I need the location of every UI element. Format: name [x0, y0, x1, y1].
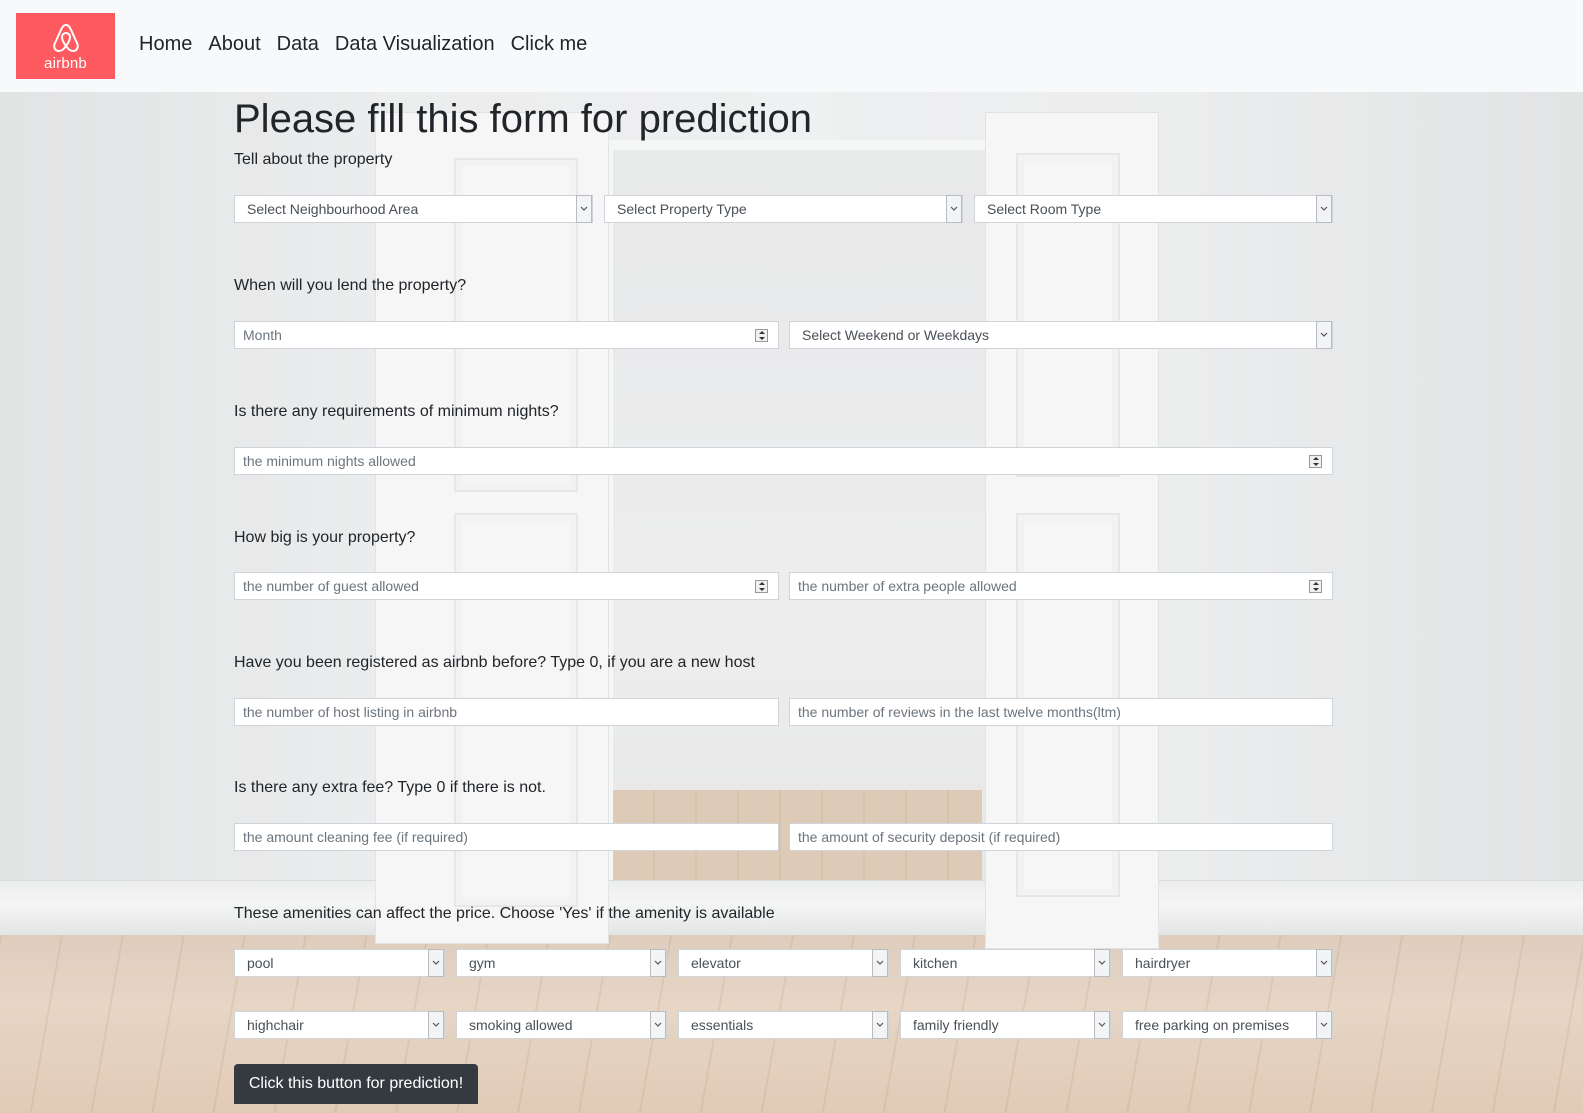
reviews-ltm-input[interactable]: the number of reviews in the last twelve…: [789, 698, 1333, 726]
room-type-select-value: Select Room Type: [987, 201, 1102, 217]
spinner-icon[interactable]: [755, 580, 768, 593]
section-host-label: Have you been registered as airbnb befor…: [234, 654, 755, 671]
month-input-placeholder: Month: [243, 327, 282, 343]
room-type-select[interactable]: Select Room Type: [974, 195, 1333, 223]
navbar: airbnb Home About Data Data Visualizatio…: [0, 0, 1583, 92]
amenity-gym-value: gym: [469, 955, 496, 971]
host-listings-input[interactable]: the number of host listing in airbnb: [234, 698, 779, 726]
spinner-icon[interactable]: [755, 329, 768, 342]
amenity-hairdryer-select[interactable]: hairdryer: [1122, 949, 1333, 977]
page-title: Please fill this form for prediction: [234, 97, 813, 141]
amenity-smoking-select[interactable]: smoking allowed: [456, 1011, 667, 1039]
chevron-down-icon: [650, 949, 666, 977]
nav-home[interactable]: Home: [139, 30, 192, 58]
chevron-down-icon: [872, 1011, 888, 1039]
amenity-elevator-value: elevator: [691, 955, 741, 971]
neighbourhood-select-value: Select Neighbourhood Area: [247, 201, 419, 217]
security-deposit-input-placeholder: the amount of security deposit (if requi…: [798, 829, 1061, 845]
chevron-down-icon: [1316, 195, 1332, 223]
min-nights-input[interactable]: the minimum nights allowed: [234, 447, 1333, 475]
airbnb-icon: [52, 23, 79, 52]
security-deposit-input[interactable]: the amount of security deposit (if requi…: [789, 823, 1333, 851]
brand-logo[interactable]: airbnb: [16, 13, 115, 79]
amenity-free-parking-value: free parking on premises: [1135, 1017, 1290, 1033]
amenity-highchair-select[interactable]: highchair: [234, 1011, 445, 1039]
guests-input-placeholder: the number of guest allowed: [243, 578, 419, 594]
section-min-nights-label: Is there any requirements of minimum nig…: [234, 403, 559, 420]
amenity-hairdryer-value: hairdryer: [1135, 955, 1191, 971]
chevron-down-icon: [872, 949, 888, 977]
cleaning-fee-input-placeholder: the amount cleaning fee (if required): [243, 829, 468, 845]
brand-text: airbnb: [44, 54, 87, 72]
weekend-select-value: Select Weekend or Weekdays: [802, 327, 990, 343]
reviews-ltm-input-placeholder: the number of reviews in the last twelve…: [798, 704, 1121, 720]
chevron-down-icon: [576, 195, 592, 223]
predict-button[interactable]: Click this button for prediction!: [234, 1064, 478, 1104]
nav-about[interactable]: About: [208, 30, 260, 58]
section-fee-label: Is there any extra fee? Type 0 if there …: [234, 779, 546, 796]
chevron-down-icon: [1316, 949, 1332, 977]
chevron-down-icon: [1094, 1011, 1110, 1039]
min-nights-input-placeholder: the minimum nights allowed: [243, 453, 416, 469]
amenity-smoking-value: smoking allowed: [469, 1017, 573, 1033]
chevron-down-icon: [650, 1011, 666, 1039]
section-size-label: How big is your property?: [234, 529, 416, 546]
neighbourhood-select[interactable]: Select Neighbourhood Area: [234, 195, 593, 223]
nav-menu: Home About Data Data Visualization Click…: [139, 30, 603, 58]
amenity-family-friendly-select[interactable]: family friendly: [900, 1011, 1111, 1039]
amenity-gym-select[interactable]: gym: [456, 949, 667, 977]
spinner-icon[interactable]: [1309, 455, 1322, 468]
amenity-pool-value: pool: [247, 955, 274, 971]
amenity-free-parking-select[interactable]: free parking on premises: [1122, 1011, 1333, 1039]
amenity-essentials-value: essentials: [691, 1017, 754, 1033]
section-when-label: When will you lend the property?: [234, 277, 467, 294]
nav-data-visualization[interactable]: Data Visualization: [335, 30, 495, 58]
chevron-down-icon: [1094, 949, 1110, 977]
section-property-label: Tell about the property: [234, 151, 393, 168]
host-listings-input-placeholder: the number of host listing in airbnb: [243, 704, 458, 720]
chevron-down-icon: [1316, 321, 1332, 349]
extra-people-input[interactable]: the number of extra people allowed: [789, 572, 1333, 600]
weekend-select[interactable]: Select Weekend or Weekdays: [789, 321, 1333, 349]
month-input[interactable]: Month: [234, 321, 779, 349]
amenity-elevator-select[interactable]: elevator: [678, 949, 889, 977]
chevron-down-icon: [428, 949, 444, 977]
amenity-family-friendly-value: family friendly: [913, 1017, 999, 1033]
amenity-kitchen-value: kitchen: [913, 955, 958, 971]
spinner-icon[interactable]: [1309, 580, 1322, 593]
guests-input[interactable]: the number of guest allowed: [234, 572, 779, 600]
chevron-down-icon: [428, 1011, 444, 1039]
nav-data[interactable]: Data: [277, 30, 319, 58]
amenity-pool-select[interactable]: pool: [234, 949, 445, 977]
property-type-select[interactable]: Select Property Type: [604, 195, 963, 223]
cleaning-fee-input[interactable]: the amount cleaning fee (if required): [234, 823, 779, 851]
chevron-down-icon: [946, 195, 962, 223]
amenity-highchair-value: highchair: [247, 1017, 304, 1033]
amenity-essentials-select[interactable]: essentials: [678, 1011, 889, 1039]
property-type-select-value: Select Property Type: [617, 201, 747, 217]
amenity-kitchen-select[interactable]: kitchen: [900, 949, 1111, 977]
chevron-down-icon: [1316, 1011, 1332, 1039]
extra-people-input-placeholder: the number of extra people allowed: [798, 578, 1017, 594]
section-amenities-label: These amenities can affect the price. Ch…: [234, 905, 775, 922]
nav-click-me[interactable]: Click me: [511, 30, 588, 58]
